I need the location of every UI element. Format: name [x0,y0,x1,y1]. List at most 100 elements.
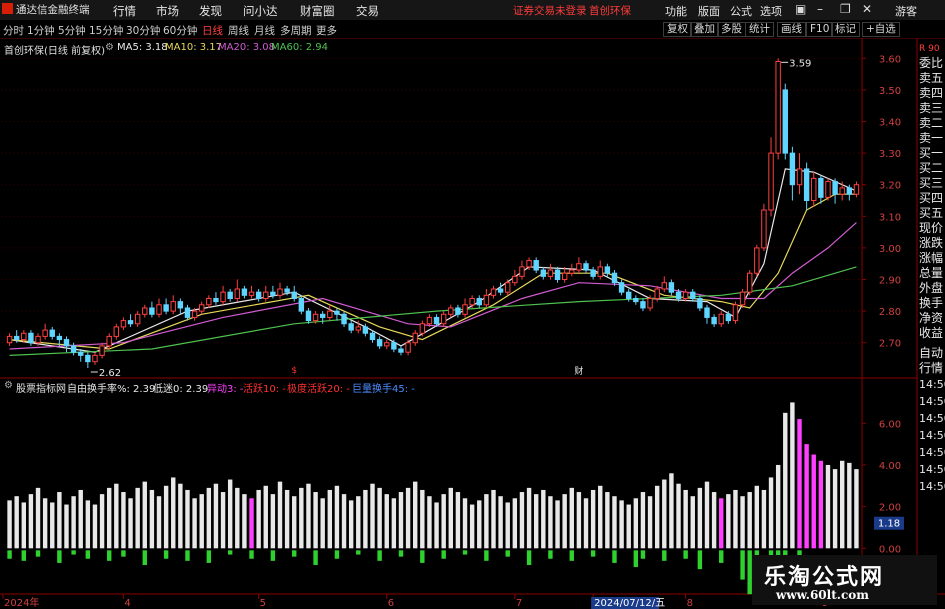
turnover-bar [270,494,276,549]
turnover-bar [818,460,824,549]
candle-body [526,260,532,268]
candle-body [497,288,504,293]
candle-body [647,297,653,309]
turnover-bar [477,500,482,549]
stock-chart[interactable]: 2.70 2.80 2.90 3.00 3.10 3.20 3.30 3.40 3.50 3.60… [0,0,945,609]
turnover-bar [519,492,525,549]
turnover-bar [35,487,41,549]
side-label-6: 买一 [919,146,944,160]
candle-body [697,297,703,309]
candle-body [462,304,468,315]
candle-body [469,297,475,306]
candle-body [746,272,753,293]
candle-body [448,307,454,315]
candle-body [156,304,162,315]
side-tick-2: 14:50 [919,378,945,391]
candle-body [227,291,233,299]
turnover-bar [526,487,532,549]
negative-bar [719,550,724,563]
side-tick-6: 14:50 [919,446,945,459]
turnover-bar [277,481,283,549]
candle-body [184,307,191,318]
turnover-bar [206,487,212,549]
side-label-14: 总量 [919,266,944,280]
side-tick-3: 14:50 [919,395,945,408]
negative-bar [505,550,510,557]
candle-body [99,345,105,356]
candle-body [376,339,383,347]
candle-body [405,342,411,353]
candle-body [725,313,732,322]
candle-body [220,291,226,303]
side-label-2: 卖四 [919,86,944,100]
side-tick-5: 14:50 [919,429,945,442]
candle-body [633,297,639,303]
y-tick-label: 2.80 [879,307,901,318]
turnover-bar [313,492,318,549]
candle-body [569,269,575,274]
candle-body [533,260,539,271]
candle-body [490,288,497,296]
candle-body [255,291,262,299]
turnover-bar [242,494,247,549]
turnover-bar [320,498,325,549]
candle-body [597,266,603,277]
side-tick-8: 14:50 [919,480,945,493]
candle-body [668,282,675,293]
candle-body [626,291,632,299]
turnover-bar [213,483,219,549]
candle-body [263,291,269,299]
turnover-bar [533,494,539,549]
candle-body [85,354,91,363]
turnover-bar [811,454,816,549]
candle-body [782,89,788,154]
y-tick-label: 3.30 [879,149,901,160]
candle-body [327,310,333,318]
y-tick-label: 3.20 [879,181,901,192]
negative-bar [21,550,26,561]
turnover-bar [719,498,724,549]
candle-body [70,345,77,353]
turnover-bar [284,489,290,549]
turnover-bar [249,498,254,549]
negative-bar [548,550,553,559]
turnover-bar [491,489,496,549]
turnover-bar [263,485,268,549]
turnover-bar [840,460,845,549]
turnover-bar [178,483,183,549]
negative-bar [697,550,703,570]
negative-bar [227,550,233,555]
turnover-bar [149,489,155,549]
candle-body [305,310,312,322]
turnover-bar [690,496,695,549]
turnover-bar [697,487,703,549]
y-tick-label: 2.70 [879,339,901,350]
turnover-bar [220,492,226,549]
turnover-bar [299,487,304,549]
candle-body [540,269,547,277]
candle-body [213,297,219,303]
x-tick-label: 7 [516,598,522,609]
candle-body [433,316,440,325]
side-label-0: 委比 [919,56,944,70]
turnover-bar [676,483,681,549]
watermark-logo: 乐淘公式网 www.60lt.com [752,555,937,605]
candle-body [519,266,525,277]
candle-body [369,332,376,341]
candle-body [199,304,205,312]
turnover-bar [754,485,760,549]
candle-body [811,177,817,202]
candle-body [113,326,120,337]
negative-bar [662,550,667,561]
candle-body [796,168,803,186]
candle-body [106,335,112,347]
turnover-bar [832,469,838,549]
candle-body [483,294,490,306]
candle-body [177,301,184,309]
side-label-13: 涨幅 [919,251,944,265]
negative-bar [249,550,254,559]
side-top-label: R 90 [919,44,940,54]
turnover-bar [192,498,197,549]
side-label-8: 买三 [919,176,944,190]
turnover-bar [78,489,83,549]
